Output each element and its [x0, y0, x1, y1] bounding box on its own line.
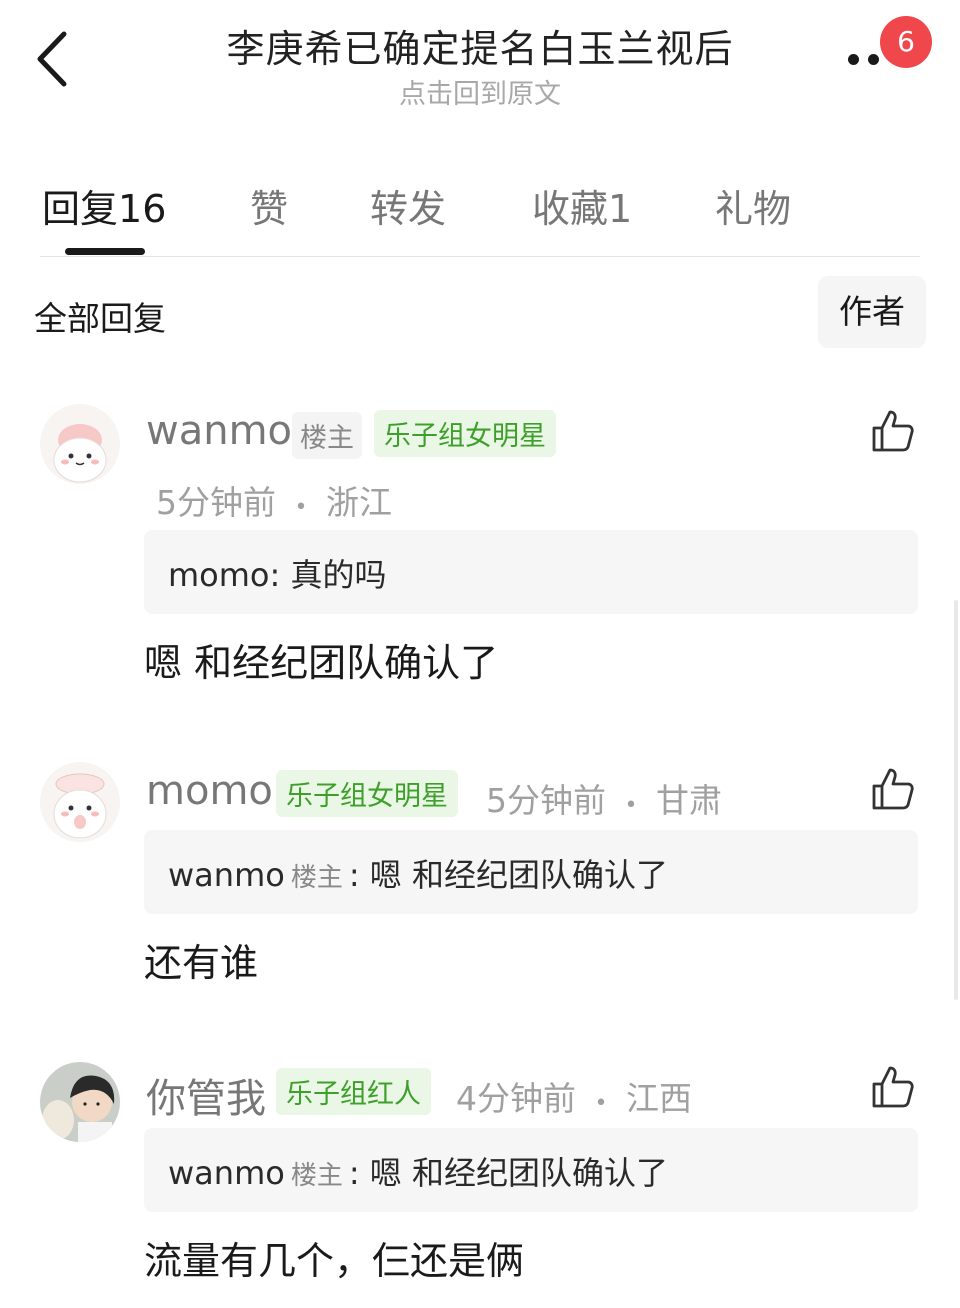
comment-location: 甘肃 — [655, 781, 722, 820]
quote-user: wanmo — [168, 1154, 285, 1192]
author-filter-button[interactable]: 作者 — [818, 276, 926, 348]
avatar[interactable] — [40, 762, 120, 842]
active-tab-indicator — [65, 248, 145, 255]
group-tag: 乐子组女明星 — [276, 770, 458, 817]
tab-label: 回复 — [42, 187, 119, 231]
comment-text: 流量有几个，仨还是俩 — [144, 1239, 525, 1283]
meta-separator: • — [294, 495, 308, 520]
tab-label: 收藏 — [532, 187, 609, 231]
tab-gifts[interactable]: 礼物 — [715, 178, 791, 233]
comment-time: 4分钟前 — [456, 1079, 576, 1118]
top-bar: 李庚希已确定提名白玉兰视后 点击回到原文 6 — [0, 0, 960, 120]
comment-meta: 4分钟前 • 江西 — [456, 1072, 692, 1120]
tab-label: 赞 — [250, 187, 289, 231]
quoted-reply[interactable]: wanmo 楼主: 嗯 和经纪团队确认了 — [144, 1128, 918, 1212]
quote-text: momo: 真的吗 — [168, 550, 386, 596]
username[interactable]: momo — [146, 768, 273, 814]
avatar[interactable] — [40, 1062, 120, 1142]
comment-time: 5分钟前 — [156, 483, 276, 522]
tab-favorites[interactable]: 收藏1 — [532, 178, 632, 233]
comment-meta: 5分钟前 • 甘肃 — [486, 774, 722, 822]
quote-content: 真的吗 — [290, 556, 387, 594]
avatar[interactable] — [40, 404, 120, 484]
tab-label: 礼物 — [715, 187, 792, 231]
comment-location: 浙江 — [325, 483, 392, 522]
tab-label: 转发 — [370, 187, 447, 231]
back-to-original-link[interactable]: 点击回到原文 — [0, 72, 960, 111]
meta-separator: • — [594, 1091, 608, 1116]
quote-owner-tag: 楼主 — [290, 863, 343, 893]
quote-content: : 嗯 和经纪团队确认了 — [348, 1154, 668, 1192]
divider — [40, 256, 920, 257]
quote-text: wanmo 楼主: 嗯 和经纪团队确认了 — [168, 1148, 668, 1194]
quoted-reply[interactable]: wanmo 楼主: 嗯 和经纪团队确认了 — [144, 830, 918, 914]
thumbs-up-icon[interactable] — [870, 766, 916, 812]
tab-count: 1 — [608, 187, 633, 231]
quote-user: wanmo — [168, 856, 285, 894]
post-title[interactable]: 李庚希已确定提名白玉兰视后 — [0, 18, 960, 73]
group-tag: 乐子组女明星 — [374, 410, 556, 457]
meta-separator: • — [624, 793, 638, 818]
quote-user: momo: — [168, 556, 281, 594]
notification-badge[interactable]: 6 — [880, 16, 932, 68]
username[interactable]: 你管我 — [146, 1066, 266, 1124]
more-options-icon[interactable] — [846, 50, 886, 70]
tab-replies[interactable]: 回复16 — [42, 178, 166, 233]
comment-time: 5分钟前 — [486, 781, 606, 820]
owner-tag: 楼主 — [292, 412, 362, 459]
thumbs-up-icon[interactable] — [870, 408, 916, 454]
group-tag: 乐子组红人 — [276, 1068, 431, 1115]
quote-owner-tag: 楼主 — [290, 1161, 343, 1191]
quote-content: : 嗯 和经纪团队确认了 — [348, 856, 668, 894]
thumbs-up-icon[interactable] — [870, 1064, 916, 1110]
username[interactable]: wanmo — [146, 408, 292, 454]
tab-count: 16 — [118, 187, 167, 231]
comment-location: 江西 — [625, 1079, 692, 1118]
quote-text: wanmo 楼主: 嗯 和经纪团队确认了 — [168, 850, 668, 896]
tab-bar: 回复16 赞 转发 收藏1 礼物 — [0, 170, 960, 260]
comment-text: 还有谁 — [144, 941, 259, 985]
all-replies-label: 全部回复 — [34, 299, 166, 338]
comment-meta: 5分钟前 • 浙江 — [156, 476, 392, 524]
tab-reposts[interactable]: 转发 — [370, 178, 446, 233]
scrollbar[interactable] — [954, 600, 958, 1000]
tab-likes[interactable]: 赞 — [250, 178, 288, 233]
comment-text: 嗯 和经纪团队确认了 — [144, 641, 499, 685]
quoted-reply[interactable]: momo: 真的吗 — [144, 530, 918, 614]
